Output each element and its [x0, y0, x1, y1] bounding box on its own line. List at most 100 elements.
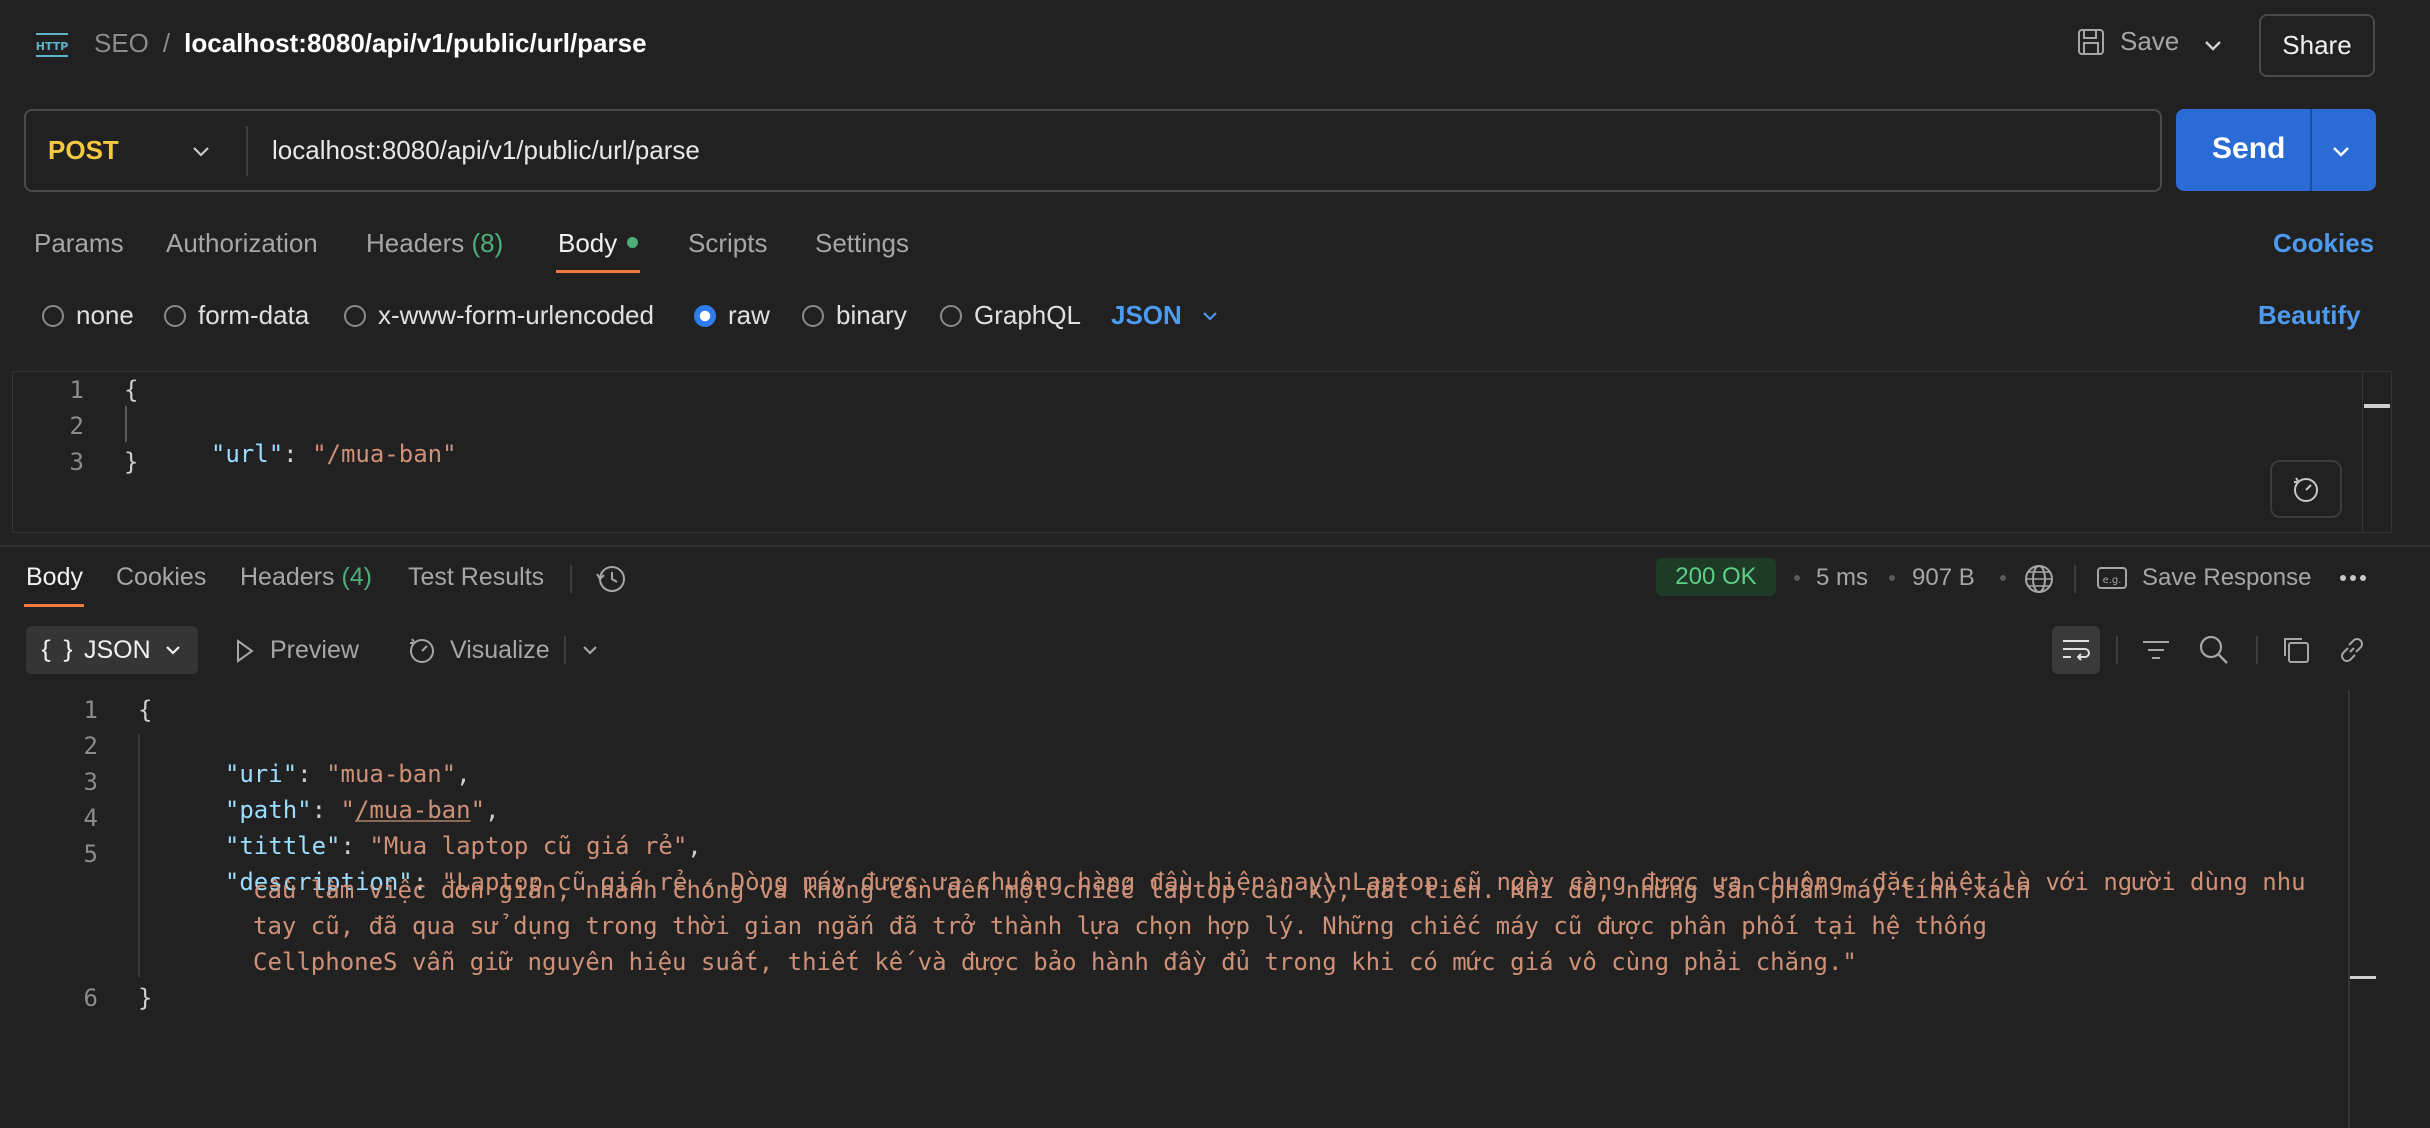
response-tab-test-results[interactable]: Test Results — [408, 563, 544, 592]
line-number: 5 — [83, 840, 98, 868]
divider — [2074, 565, 2076, 593]
chevron-down-icon[interactable] — [580, 640, 600, 660]
response-time[interactable]: 5 ms — [1816, 564, 1868, 592]
preview-button[interactable]: Preview — [234, 636, 359, 665]
radio-form-data[interactable]: form-data — [164, 300, 309, 331]
http-icon: HTTP — [34, 30, 70, 60]
visualize-button[interactable]: Visualize — [406, 634, 550, 666]
code-brace-open: { — [124, 376, 139, 404]
send-label[interactable]: Send — [2212, 132, 2285, 166]
line-number: 1 — [83, 696, 98, 724]
visualize-label: Visualize — [450, 635, 550, 664]
svg-text:HTTP: HTTP — [36, 40, 69, 53]
response-tab-cookies[interactable]: Cookies — [116, 563, 206, 592]
pane-divider[interactable] — [0, 545, 2430, 547]
language-label: JSON — [1111, 300, 1182, 330]
share-button[interactable]: Share — [2259, 14, 2375, 77]
chevron-down-icon[interactable] — [190, 140, 212, 162]
response-format-select[interactable]: { } JSON — [26, 626, 198, 674]
scrollbar[interactable] — [2348, 690, 2350, 1128]
save-button[interactable]: Save — [2076, 26, 2179, 57]
code-line-wrapped: tay cũ, đã qua sử dụng trong thời gian n… — [253, 912, 1987, 940]
copy-icon[interactable] — [2280, 634, 2312, 666]
wrap-lines-icon — [2060, 636, 2092, 664]
tab-authorization[interactable]: Authorization — [166, 228, 318, 259]
tab-settings[interactable]: Settings — [815, 228, 909, 259]
divider — [2116, 636, 2118, 664]
radio-urlencoded-label: x-www-form-urlencoded — [378, 300, 654, 330]
code-brace-open: { — [138, 696, 153, 724]
search-icon[interactable] — [2198, 634, 2230, 666]
radio-icon — [802, 304, 824, 327]
scrollbar[interactable] — [2362, 371, 2392, 533]
scrollbar-thumb[interactable] — [2364, 404, 2390, 408]
divider — [246, 126, 248, 176]
divider — [2256, 636, 2258, 664]
tab-headers[interactable]: Headers (8) — [366, 228, 503, 259]
divider — [570, 565, 572, 593]
wrap-lines-button[interactable] — [2052, 626, 2100, 674]
ai-assist-button[interactable] — [2270, 460, 2342, 518]
save-response-button[interactable]: e.g. Save Response — [2096, 564, 2311, 592]
radio-raw[interactable]: raw — [694, 300, 770, 331]
url-input[interactable]: localhost:8080/api/v1/public/url/parse — [272, 135, 700, 166]
radio-icon — [42, 304, 64, 327]
indent-guide — [125, 406, 127, 442]
json-value: "/mua-ban" — [312, 440, 457, 468]
response-size[interactable]: 907 B — [1912, 564, 1975, 592]
scrollbar-thumb[interactable] — [2350, 976, 2376, 979]
beautify-button[interactable]: Beautify — [2258, 300, 2361, 331]
breadcrumb-collection[interactable]: SEO — [94, 28, 149, 59]
play-icon — [234, 638, 256, 664]
line-number: 1 — [69, 376, 84, 404]
more-options-icon[interactable] — [2338, 568, 2368, 588]
request-name[interactable]: localhost:8080/api/v1/public/url/parse — [184, 28, 646, 59]
example-icon: e.g. — [2096, 565, 2128, 591]
cookies-link[interactable]: Cookies — [2273, 228, 2374, 259]
chevron-down-icon[interactable] — [2330, 140, 2352, 162]
divider — [564, 636, 566, 664]
tab-scripts[interactable]: Scripts — [688, 228, 767, 259]
response-headers-count: (4) — [341, 563, 373, 591]
radio-urlencoded[interactable]: x-www-form-urlencoded — [344, 300, 654, 331]
headers-count: (8) — [471, 228, 504, 258]
line-number: 3 — [83, 768, 98, 796]
globe-icon[interactable] — [2022, 562, 2056, 596]
line-number: 3 — [69, 448, 84, 476]
preview-label: Preview — [270, 636, 359, 664]
modified-indicator — [627, 237, 638, 248]
radio-binary-label: binary — [836, 300, 907, 330]
line-number: 4 — [83, 804, 98, 832]
response-format-label: JSON — [84, 635, 151, 664]
json-colon: : — [283, 440, 313, 468]
filter-icon[interactable] — [2140, 634, 2172, 666]
code-line-wrapped: cầu làm việc đơn giản, nhanh chóng và kh… — [253, 876, 2031, 904]
json-key: "url" — [210, 440, 284, 468]
code-brace-close: } — [138, 984, 153, 1012]
chevron-down-icon — [1200, 306, 1220, 326]
breadcrumb: SEO / localhost:8080/api/v1/public/url/p… — [94, 28, 647, 59]
radio-binary[interactable]: binary — [802, 300, 907, 331]
svg-text:e.g.: e.g. — [2103, 575, 2122, 586]
save-response-label: Save Response — [2142, 564, 2312, 591]
history-icon[interactable] — [594, 562, 628, 596]
radio-graphql[interactable]: GraphQL — [940, 300, 1081, 331]
breadcrumb-separator: / — [162, 28, 171, 58]
dot-separator — [1889, 575, 1895, 581]
status-badge[interactable]: 200 OK — [1656, 558, 1776, 596]
link-icon[interactable] — [2336, 634, 2368, 666]
radio-raw-label: raw — [728, 300, 770, 330]
language-select[interactable]: JSON — [1111, 300, 1220, 331]
radio-none[interactable]: none — [42, 300, 134, 331]
radio-icon — [344, 304, 366, 327]
response-tab-body[interactable]: Body — [26, 563, 83, 592]
braces-icon: { } — [42, 635, 72, 665]
method-select[interactable]: POST — [48, 135, 119, 166]
indent-guide — [138, 734, 140, 977]
chevron-down-icon[interactable] — [2202, 34, 2224, 56]
response-tab-headers[interactable]: Headers (4) — [240, 563, 372, 592]
share-label: Share — [2282, 30, 2352, 60]
visualize-icon — [406, 634, 438, 666]
tab-params[interactable]: Params — [34, 228, 124, 259]
tab-body[interactable]: Body — [558, 228, 617, 259]
